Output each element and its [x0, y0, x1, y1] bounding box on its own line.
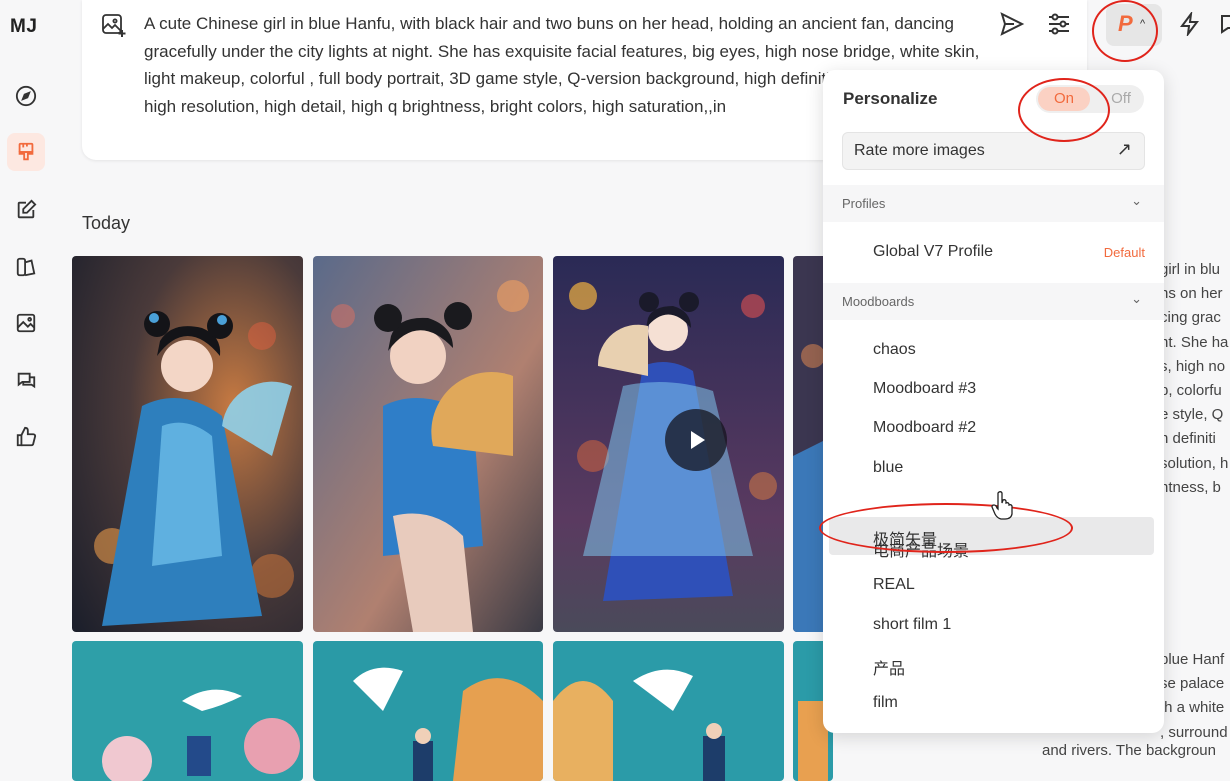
moodboards-label: Moodboards: [842, 294, 915, 309]
generated-image-2[interactable]: [313, 256, 543, 632]
moodboard-item[interactable]: Moodboard #3: [823, 371, 1164, 409]
right-prompt-text-c: and rivers. The backgroun: [1042, 742, 1216, 759]
generated-image-1[interactable]: [72, 256, 303, 632]
moodboard-label: Moodboard #2: [873, 419, 977, 436]
send-icon[interactable]: [998, 10, 1026, 38]
moodboard-label: chaos: [873, 341, 916, 358]
moodboard-label: Moodboard #3: [873, 380, 977, 397]
personalize-icon[interactable]: [13, 254, 39, 280]
text-line: solution, h: [1160, 454, 1229, 472]
panel-title: Personalize: [843, 89, 938, 108]
text-line: h definiti: [1160, 430, 1216, 448]
compass-icon[interactable]: [13, 83, 39, 109]
moodboard-item[interactable]: blue: [823, 450, 1164, 488]
image-icon[interactable]: [13, 310, 39, 336]
section-today-label: Today: [82, 213, 131, 233]
annotation-circle-moodboard: [819, 503, 1073, 553]
paintbrush-icon[interactable]: [7, 133, 45, 171]
generated-image-7[interactable]: [553, 641, 784, 781]
settings-sliders-icon[interactable]: [1045, 10, 1073, 38]
play-icon[interactable]: [665, 409, 727, 471]
personalize-panel: Personalize On Off Rate more images ↗ Pr…: [823, 70, 1164, 733]
text-line: p, colorfu: [1160, 382, 1222, 400]
moodboard-label: film: [873, 694, 898, 711]
generated-image-5[interactable]: [72, 641, 303, 781]
lightning-icon[interactable]: [1178, 12, 1202, 36]
rate-button-label: Rate more images: [854, 142, 985, 159]
text-line: nt. She ha: [1160, 333, 1229, 351]
profile-name: Global V7 Profile: [873, 243, 994, 260]
text-line: e style, Q: [1160, 406, 1224, 424]
default-badge: Default: [1103, 245, 1145, 260]
moodboards-section-header[interactable]: Moodboards ⌄: [823, 283, 1164, 320]
right-prompt-text-a: girl in blu ns on her cing grac nt. She …: [1160, 258, 1230, 500]
rate-more-images-button[interactable]: Rate more images ↗: [842, 132, 1145, 170]
moodboard-item[interactable]: Moodboard #2: [823, 410, 1164, 448]
annotation-circle-p-button: [1092, 0, 1158, 62]
moodboard-label: blue: [873, 459, 904, 476]
app-logo[interactable]: MJ: [10, 16, 37, 38]
generated-image-6[interactable]: [313, 641, 543, 781]
edit-icon[interactable]: [13, 197, 39, 223]
profiles-section-header[interactable]: Profiles ⌄: [823, 185, 1164, 222]
text-line: blue Hanf: [1160, 651, 1225, 668]
profiles-label: Profiles: [842, 196, 886, 211]
moodboard-item[interactable]: short film 1: [823, 607, 1164, 645]
moodboard-label: short film 1: [873, 616, 952, 633]
moodboard-item[interactable]: chaos: [823, 332, 1164, 370]
annotation-circle-toggle: [1018, 78, 1110, 142]
chevron-down-icon: ⌄: [1131, 193, 1142, 208]
text-line: htness, b: [1160, 478, 1221, 496]
generated-video-3[interactable]: [553, 256, 784, 632]
text-line: cing grac: [1160, 309, 1221, 327]
moodboard-item[interactable]: film: [823, 685, 1164, 723]
chat-icon[interactable]: [13, 368, 39, 394]
message-icon[interactable]: [1219, 12, 1230, 36]
thumbs-up-icon[interactable]: [13, 424, 39, 450]
text-line: s, high no: [1160, 357, 1226, 375]
add-image-icon[interactable]: [100, 12, 126, 38]
profile-item[interactable]: Global V7 Profile Default: [823, 234, 1164, 272]
external-arrow-icon: ↗: [1116, 139, 1132, 159]
moodboard-label: REAL: [873, 576, 915, 593]
right-prompt-text-b: blue Hanf se palace th a white , surroun…: [1160, 648, 1230, 745]
moodboard-label: 产品: [873, 661, 906, 678]
hand-cursor-icon: [991, 491, 1013, 520]
chevron-down-icon: ⌄: [1131, 291, 1142, 306]
moodboard-item[interactable]: REAL: [823, 567, 1164, 605]
text-line: se palace: [1160, 675, 1225, 693]
text-line: ns on her: [1160, 285, 1223, 303]
sidebar: MJ: [0, 0, 52, 766]
moodboard-item[interactable]: 产品: [823, 646, 1164, 684]
text-line: girl in blu: [1160, 261, 1221, 278]
text-line: th a white: [1160, 699, 1225, 717]
